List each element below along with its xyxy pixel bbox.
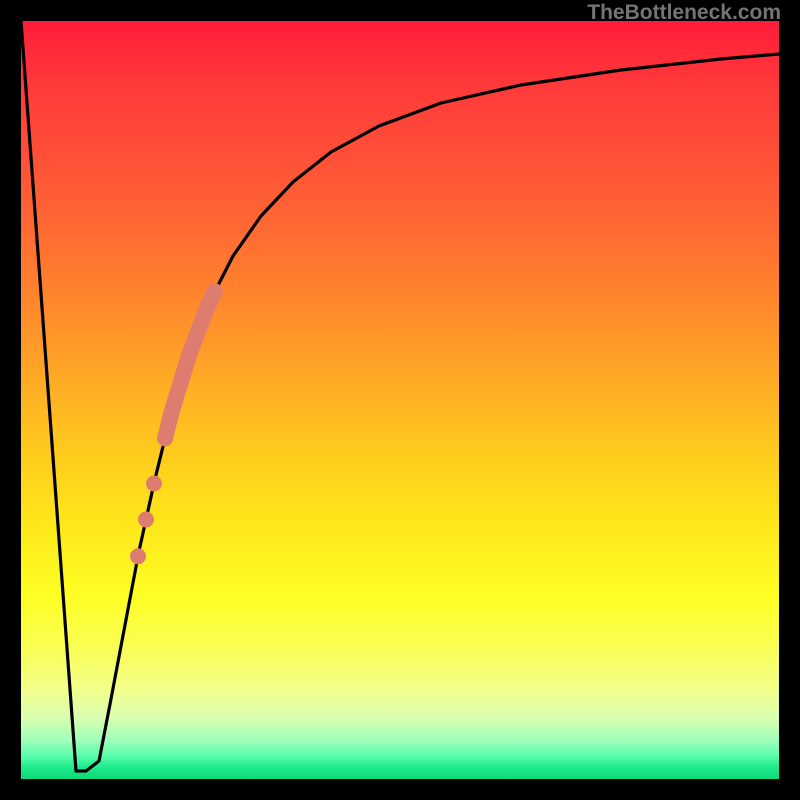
attribution-text: TheBottleneck.com xyxy=(587,1,781,25)
chart-svg xyxy=(21,21,779,779)
marker-dot-0 xyxy=(146,476,162,492)
curve-markers xyxy=(130,291,215,564)
marker-dot-2 xyxy=(130,548,146,564)
bottleneck-curve xyxy=(21,21,779,771)
chart-container: TheBottleneck.com xyxy=(0,0,800,800)
marker-segment xyxy=(165,291,215,438)
marker-dot-1 xyxy=(138,512,154,528)
